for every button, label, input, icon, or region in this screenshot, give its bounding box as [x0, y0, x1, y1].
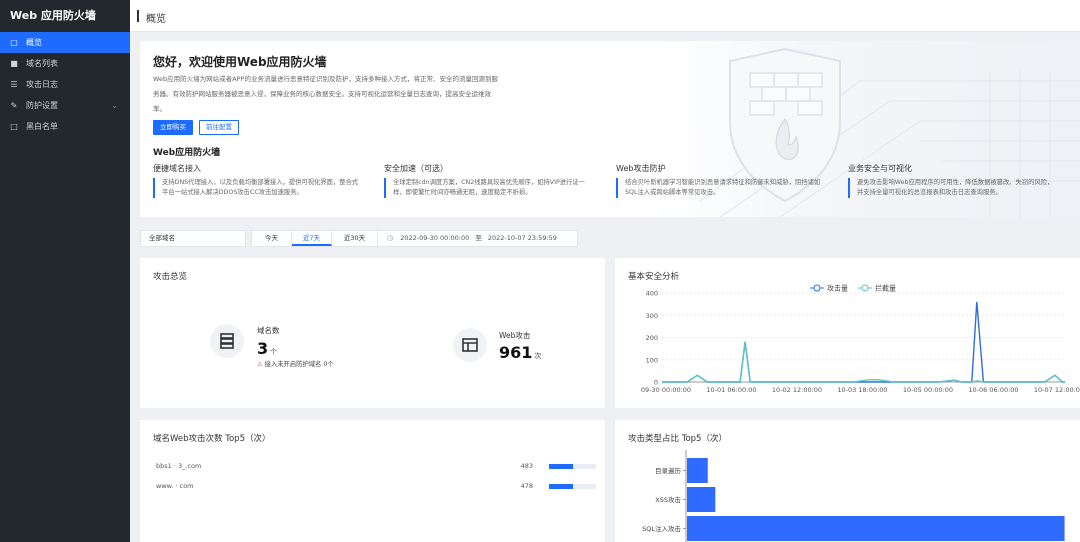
range-start: 2022-09-30 00:00:00: [400, 234, 470, 242]
x-tick-label: 10-07 12:00:00: [1034, 386, 1080, 394]
progress-fill: [549, 484, 573, 489]
warning-icon: ⚠: [257, 361, 263, 368]
category-label: SQL注入攻击: [642, 524, 681, 533]
clock-icon: ◷: [387, 234, 394, 242]
x-tick-label: 10-05 00:00:00: [903, 386, 953, 394]
welcome-banner: 您好，欢迎使用Web应用防火墙 Web应用防火墙为网站或者APP的业务流量进行恶…: [140, 41, 1080, 217]
welcome-title: 您好，欢迎使用Web应用防火墙: [153, 55, 327, 69]
sidebar-item-attack-log[interactable]: ☰ 攻击日志: [0, 74, 130, 95]
feature-desc: 结合贝叶斯机器学习智能识别恶意请求特征和防御未知威胁，阻挡诸如SQL注入或跨站脚…: [616, 178, 826, 198]
category-label: XSS攻击: [655, 495, 681, 504]
tab-today[interactable]: 今天: [252, 231, 292, 246]
feature-desc: 避免攻击影响Web应用程序的可用性，降低数据被篡改、失窃的风险，并支持全量可视化…: [848, 178, 1058, 198]
card-title: 攻击总览: [153, 272, 188, 282]
bar: [687, 487, 716, 512]
server-icon: [210, 324, 244, 358]
series-line: [662, 301, 1065, 383]
sidebar: Web 应用防火墙 ▢ 概览 ■ 域名列表 ☰ 攻击日志 ✎ 防护设置 ⌄ □ …: [0, 0, 130, 542]
table-row: www. · com 478: [156, 482, 596, 494]
feature-title: 便捷域名接入: [153, 164, 201, 173]
list-icon: ☰: [10, 80, 18, 89]
attack-count: 483: [520, 462, 533, 470]
edit-icon: ✎: [10, 101, 18, 110]
x-tick-label: 10-01 06:00:00: [706, 386, 756, 394]
progress-track: [549, 484, 596, 489]
domain-top5-card: 域名Web攻击次数 Top5（次） bbs1 · 3_.com 483 www.…: [140, 420, 605, 542]
feature-acceleration: 安全加速（可选） 全球定制cdn调度方案，CN2线路具较高优先顺序，如持VIP进…: [384, 163, 594, 198]
bookmark-icon: ■: [10, 59, 18, 68]
legend-label: 拦截量: [875, 284, 896, 293]
category-label: 目录遍历: [655, 466, 682, 475]
chevron-down-icon: ⌄: [111, 101, 118, 110]
sidebar-item-label: 防护设置: [26, 101, 58, 110]
welcome-description: Web应用防火墙为网站或者APP的业务流量进行恶意特征识别及防护，支持多种接入方…: [153, 75, 498, 113]
feature-desc: 支持DNS代理接入，以及负载均衡部署接入，提供可视化界面，整合式平台一站式接入解…: [153, 178, 363, 198]
date-range-picker[interactable]: ◷ 2022-09-30 00:00:00 至 2022-10-07 23:59…: [378, 231, 577, 246]
sidebar-item-black-white-list[interactable]: □ 黑白名单: [0, 116, 130, 137]
domain-name: www. · com: [156, 482, 194, 490]
range-separator: 至: [475, 234, 482, 242]
buy-now-button[interactable]: 立即购买: [153, 120, 193, 135]
page-title: 概览: [146, 14, 166, 25]
x-tick-label: 10-06 06:00:00: [968, 386, 1018, 394]
series-line: [662, 341, 1065, 383]
sidebar-item-label: 攻击日志: [26, 80, 58, 89]
feature-visualization: 业务安全与可视化 避免攻击影响Web应用程序的可用性，降低数据被篡改、失窃的风险…: [848, 163, 1058, 198]
security-analysis-card: 基本安全分析 0 100 200 300 400 09-30 00:00:00 10-01 …: [615, 258, 1080, 408]
sidebar-item-label: 概览: [26, 38, 42, 47]
x-tick-label: 10-02 12:00:00: [772, 386, 822, 394]
tab-last-30-days[interactable]: 近30天: [332, 231, 378, 246]
app-title: Web 应用防火墙: [10, 9, 96, 22]
tab-last-7-days[interactable]: 近7天: [292, 231, 332, 246]
bar: [687, 458, 708, 483]
y-tick-label: 200: [646, 334, 658, 342]
attack-count: 478: [520, 482, 533, 490]
legend-label: 攻击量: [827, 284, 848, 293]
y-tick-label: 400: [646, 290, 658, 298]
web-attack-count: 961 次: [499, 343, 542, 362]
web-attack-label: Web攻击: [499, 331, 531, 340]
domains-label: 域名数: [257, 326, 280, 335]
legend-marker: [813, 284, 821, 292]
monitor-icon: ▢: [10, 38, 18, 47]
feature-title: 业务安全与可视化: [848, 164, 912, 173]
y-tick-label: 300: [646, 312, 658, 320]
time-range-tabs: 今天 近7天 近30天 ◷ 2022-09-30 00:00:00 至 2022…: [251, 230, 578, 247]
feature-web-protection: Web攻击防护 结合贝叶斯机器学习智能识别恶意请求特征和防御未知威胁，阻挡诸如S…: [616, 163, 826, 198]
domain-select[interactable]: 全部域名: [140, 230, 246, 247]
attack-type-bar-chart: 目录遍历 XSS攻击 SQL注入攻击: [642, 450, 1065, 542]
bar: [687, 516, 1065, 541]
go-configure-button[interactable]: 前往配置: [199, 120, 239, 135]
sidebar-item-overview[interactable]: ▢ 概览: [0, 32, 130, 53]
table-row: bbs1 · 3_.com 483: [156, 462, 596, 474]
sidebar-item-domain-list[interactable]: ■ 域名列表: [0, 53, 130, 74]
feature-desc: 全球定制cdn调度方案，CN2线路具较高优先顺序，如持VIP进行证一样，即使繁忙…: [384, 178, 594, 198]
x-tick-label: 09-30 00:00:00: [641, 386, 691, 394]
progress-fill: [549, 464, 573, 469]
feature-title: Web攻击防护: [616, 164, 666, 173]
x-tick-label: 10-03 18:00:00: [837, 386, 887, 394]
security-line-chart: 010020030040009-30 00:00:00 10-01 06:00:0…: [641, 284, 1080, 395]
sidebar-item-label: 域名列表: [26, 59, 58, 68]
legend-marker: [861, 284, 869, 292]
sidebar-item-label: 黑白名单: [26, 122, 58, 131]
domains-count: 3个: [257, 339, 278, 358]
lock-icon: □: [10, 122, 18, 131]
range-end: 2022-10-07 23:59:59: [487, 234, 557, 242]
progress-track: [549, 464, 596, 469]
sidebar-item-protection-settings[interactable]: ✎ 防护设置 ⌄: [0, 95, 130, 116]
card-title: 域名Web攻击次数 Top5（次）: [153, 434, 271, 444]
browser-icon: [453, 328, 487, 362]
y-tick-label: 100: [646, 356, 658, 364]
title-marker: [137, 10, 139, 22]
attack-overview-card: 攻击总览 域名数 3个 ⚠ 接入未开启防护域名 0个 Web攻击 961 次: [140, 258, 605, 408]
top-bar: 概览: [130, 0, 1080, 32]
feature-title: 安全加速（可选）: [384, 164, 448, 173]
domain-name: bbs1 · 3_.com: [156, 462, 202, 470]
feature-domain-access: 便捷域名接入 支持DNS代理接入，以及负载均衡部署接入，提供可视化界面，整合式平…: [153, 163, 363, 198]
unprotected-note: ⚠ 接入未开启防护域名 0个: [257, 361, 334, 368]
attack-type-top5-card: 攻击类型占比 Top5（次） 目录遍历 XSS攻击 SQL注入攻击: [615, 420, 1080, 542]
feature-section-title: Web应用防火墙: [153, 148, 221, 158]
